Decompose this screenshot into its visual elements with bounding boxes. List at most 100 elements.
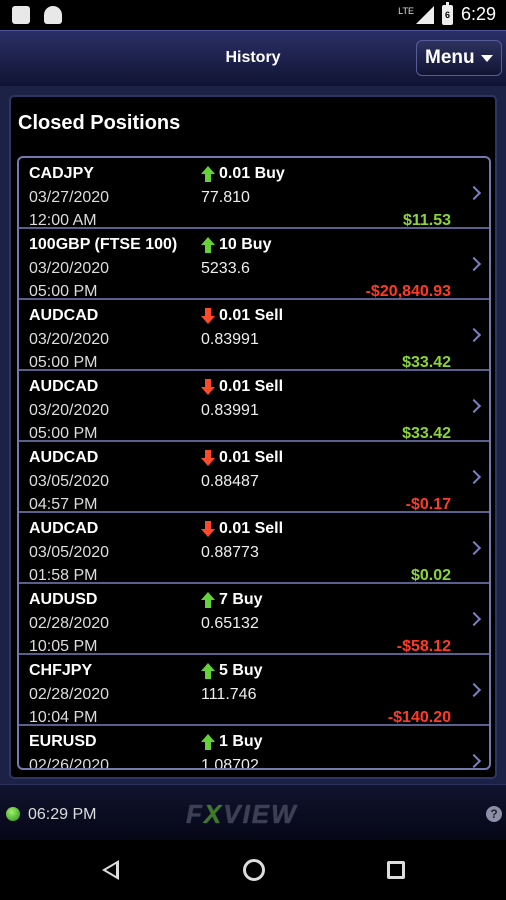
system-icons: LTE 6 6:29 (398, 1, 496, 25)
position-date: 02/28/2020 (29, 615, 110, 632)
position-price: 0.83991 (201, 402, 259, 419)
positions-list[interactable]: CADJPY 03/27/2020 12:00 AM 0.01 Buy 77.810 $1… (17, 156, 491, 770)
menu-label: Menu (425, 47, 475, 68)
position-symbol: CADJPY (29, 165, 94, 182)
position-pl: -$140.20 (387, 709, 451, 726)
android-icon (44, 6, 62, 24)
position-price: 1.08702 (201, 757, 259, 770)
position-time: 10:04 PM (29, 709, 98, 726)
position-date: 02/26/2020 (29, 757, 110, 770)
position-time: 10:05 PM (29, 638, 98, 655)
chevron-right-icon (466, 753, 482, 768)
position-pl: -$20,840.93 (365, 283, 451, 300)
position-date: 03/05/2020 (29, 544, 110, 561)
title-bar: History Menu (0, 30, 506, 86)
chevron-right-icon (466, 327, 482, 343)
position-symbol: AUDCAD (29, 520, 99, 537)
chevron-right-icon (466, 256, 482, 272)
navigation-bar (0, 840, 506, 900)
chevron-right-icon (466, 469, 482, 485)
position-price: 0.83991 (201, 331, 259, 348)
position-trade: 10 Buy (201, 236, 271, 254)
trade-label: 0.01 Sell (219, 307, 284, 324)
position-pl: -$58.12 (396, 638, 451, 655)
network-type: LTE (398, 5, 414, 16)
chevron-right-icon (466, 540, 482, 556)
position-pl: -$0.17 (405, 496, 451, 513)
footer-bar: 06:29 PM FXVIEW ? (0, 784, 506, 840)
arrow-down-icon (201, 521, 216, 537)
position-price: 77.810 (201, 189, 250, 206)
trade-label: 1 Buy (219, 733, 263, 750)
recents-button[interactable] (387, 861, 405, 879)
chevron-right-icon (466, 611, 482, 627)
position-trade: 0.01 Buy (201, 165, 285, 183)
position-row[interactable]: 100GBP (FTSE 100) 03/20/2020 05:00 PM 10 Bu… (19, 229, 489, 300)
arrow-down-icon (201, 379, 216, 395)
trade-label: 0.01 Sell (219, 520, 284, 537)
trade-label: 5 Buy (219, 662, 263, 679)
position-symbol: AUDUSD (29, 591, 98, 608)
trade-label: 0.01 Buy (219, 165, 285, 182)
status-bar: LTE 6 6:29 (0, 0, 506, 30)
position-symbol: 100GBP (FTSE 100) (29, 236, 178, 253)
position-date: 03/27/2020 (29, 189, 110, 206)
trade-label: 7 Buy (219, 591, 263, 608)
position-row[interactable]: AUDCAD 03/20/2020 05:00 PM 0.01 Sell 0.83991… (19, 371, 489, 442)
chevron-right-icon (466, 185, 482, 201)
position-time: 05:00 PM (29, 283, 98, 300)
position-trade: 0.01 Sell (201, 307, 283, 325)
chevron-right-icon (466, 682, 482, 698)
trade-label: 0.01 Sell (219, 449, 284, 466)
position-row[interactable]: AUDUSD 02/28/2020 10:05 PM 7 Buy 0.65132 -$58… (19, 584, 489, 655)
arrow-down-icon (201, 450, 216, 466)
position-symbol: EURUSD (29, 733, 97, 750)
position-symbol: CHFJPY (29, 662, 93, 679)
main-area: Closed Positions CADJPY 03/27/2020 12:00 A… (0, 86, 506, 784)
position-row[interactable]: AUDCAD 03/20/2020 05:00 PM 0.01 Sell 0.83991… (19, 300, 489, 371)
position-date: 02/28/2020 (29, 686, 110, 703)
arrow-down-icon (201, 308, 216, 324)
arrow-up-icon (201, 592, 216, 608)
position-time: 01:58 PM (29, 567, 98, 584)
position-pl: $0.02 (410, 567, 451, 584)
trade-label: 10 Buy (219, 236, 272, 253)
clock: 6:29 (460, 4, 496, 24)
help-icon[interactable]: ? (486, 806, 502, 822)
position-row[interactable]: CHFJPY 02/28/2020 10:04 PM 5 Buy 111.746 -$14… (19, 655, 489, 726)
position-symbol: AUDCAD (29, 307, 99, 324)
closed-positions-panel: Closed Positions CADJPY 03/27/2020 12:00 A… (9, 95, 497, 779)
fxview-logo: FXVIEW (186, 799, 298, 829)
position-price: 0.65132 (201, 615, 259, 632)
notification-icons (12, 6, 62, 24)
position-row[interactable]: CADJPY 03/27/2020 12:00 AM 0.01 Buy 77.810 $1… (19, 158, 489, 229)
position-row[interactable]: AUDCAD 03/05/2020 01:58 PM 0.01 Sell 0.88773… (19, 513, 489, 584)
trade-label: 0.01 Sell (219, 378, 284, 395)
position-symbol: AUDCAD (29, 378, 99, 395)
position-row[interactable]: AUDCAD 03/05/2020 04:57 PM 0.01 Sell 0.88487… (19, 442, 489, 513)
position-date: 03/20/2020 (29, 402, 110, 419)
battery-level: 6 (444, 9, 450, 20)
position-row[interactable]: EURUSD 02/26/2020 1 Buy 1.08702 (19, 726, 489, 770)
caret-down-icon (481, 54, 493, 62)
menu-button[interactable]: Menu (416, 40, 502, 76)
position-date: 03/20/2020 (29, 260, 110, 277)
position-time: 05:00 PM (29, 425, 98, 442)
position-pl: $33.42 (402, 425, 451, 442)
position-pl: $33.42 (402, 354, 451, 371)
signal-icon (415, 5, 434, 24)
position-date: 03/20/2020 (29, 331, 110, 348)
position-time: 05:00 PM (29, 354, 98, 371)
position-price: 0.88487 (201, 473, 259, 490)
sd-card-icon (12, 6, 30, 24)
position-trade: 1 Buy (201, 733, 263, 751)
arrow-up-icon (201, 166, 216, 182)
position-trade: 0.01 Sell (201, 449, 283, 467)
back-button[interactable] (102, 860, 119, 880)
position-date: 03/05/2020 (29, 473, 110, 490)
position-price: 0.88773 (201, 544, 259, 561)
panel-title: Closed Positions (18, 112, 181, 134)
home-button[interactable] (243, 859, 265, 881)
position-price: 5233.6 (201, 260, 250, 277)
position-trade: 7 Buy (201, 591, 263, 609)
